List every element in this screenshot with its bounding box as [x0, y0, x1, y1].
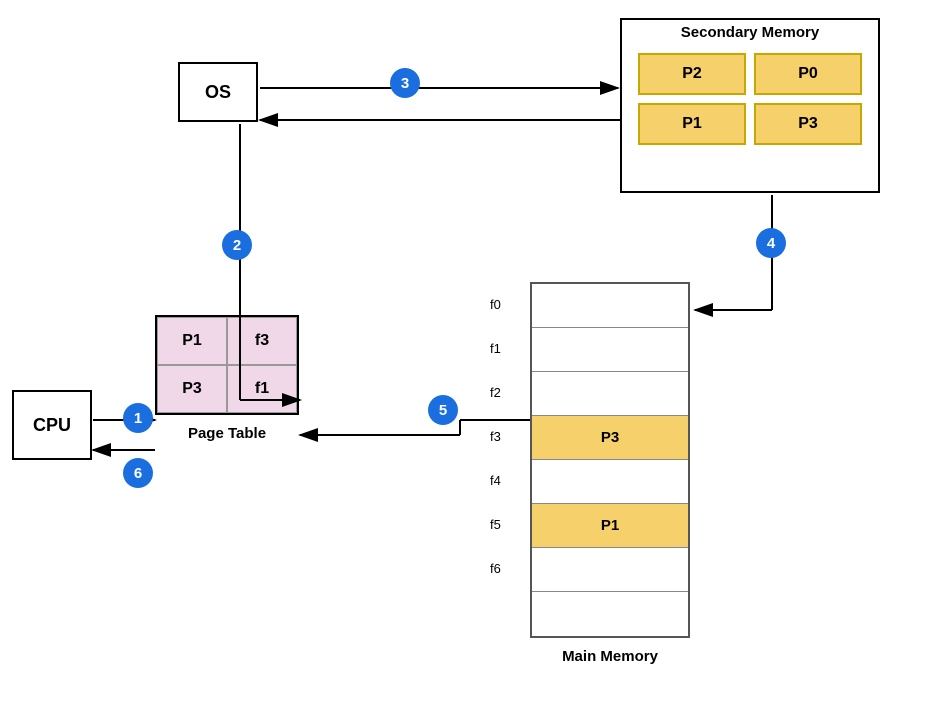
frame-label-f4: f4 [490, 458, 507, 502]
frame-labels: f0 f1 f2 f3 f4 f5 f6 [490, 282, 507, 634]
frame-label-f3: f3 [490, 414, 507, 458]
badge-4: 4 [756, 228, 786, 258]
mm-cell-f5-content: P1 [532, 504, 688, 547]
secondary-memory-grid: P2 P0 P1 P3 [622, 47, 878, 155]
mm-row-f0 [532, 284, 688, 328]
mm-cell-f4 [532, 460, 688, 503]
page-table-grid: P1 f3 P3 f1 [155, 315, 299, 415]
frame-label-f6: f6 [490, 546, 507, 590]
diagram-container: Secondary Memory P2 P0 P1 P3 OS CPU P1 f… [0, 0, 949, 703]
pt-cell-f3: f3 [227, 317, 297, 365]
sm-cell-p3: P3 [754, 103, 862, 145]
mm-cell-f3-content: P3 [532, 416, 688, 459]
mm-row-f2 [532, 372, 688, 416]
mm-cell-f1 [532, 328, 688, 371]
main-memory-rows: P3 P1 [530, 282, 690, 638]
main-memory-label: Main Memory [562, 648, 658, 665]
main-memory-container: P3 P1 Main Memory [530, 282, 690, 665]
mm-row-f5: P1 [532, 504, 688, 548]
sm-cell-p1: P1 [638, 103, 746, 145]
os-label: OS [205, 82, 231, 103]
cpu-label: CPU [33, 415, 71, 436]
mm-cell-f6 [532, 548, 688, 591]
mm-row-extra [532, 592, 688, 636]
mm-cell-extra [532, 592, 688, 636]
sm-cell-p0: P0 [754, 53, 862, 95]
frame-label-f1: f1 [490, 326, 507, 370]
page-table-container: P1 f3 P3 f1 Page Table [155, 315, 299, 442]
badge-6: 6 [123, 458, 153, 488]
badge-2: 2 [222, 230, 252, 260]
mm-row-f4 [532, 460, 688, 504]
mm-row-f6 [532, 548, 688, 592]
badge-5: 5 [428, 395, 458, 425]
secondary-memory-box: Secondary Memory P2 P0 P1 P3 [620, 18, 880, 193]
frame-label-f5: f5 [490, 502, 507, 546]
mm-cell-f0 [532, 284, 688, 327]
page-table-label: Page Table [188, 425, 266, 442]
secondary-memory-title: Secondary Memory [622, 20, 878, 47]
mm-row-f3: P3 [532, 416, 688, 460]
mm-cell-f2 [532, 372, 688, 415]
frame-label-f0: f0 [490, 282, 507, 326]
badge-3: 3 [390, 68, 420, 98]
pt-cell-p1: P1 [157, 317, 227, 365]
os-box: OS [178, 62, 258, 122]
badge-1: 1 [123, 403, 153, 433]
frame-label-f2: f2 [490, 370, 507, 414]
cpu-box: CPU [12, 390, 92, 460]
mm-row-f1 [532, 328, 688, 372]
sm-cell-p2: P2 [638, 53, 746, 95]
pt-cell-f1: f1 [227, 365, 297, 413]
frame-label-empty [490, 590, 507, 634]
pt-cell-p3: P3 [157, 365, 227, 413]
